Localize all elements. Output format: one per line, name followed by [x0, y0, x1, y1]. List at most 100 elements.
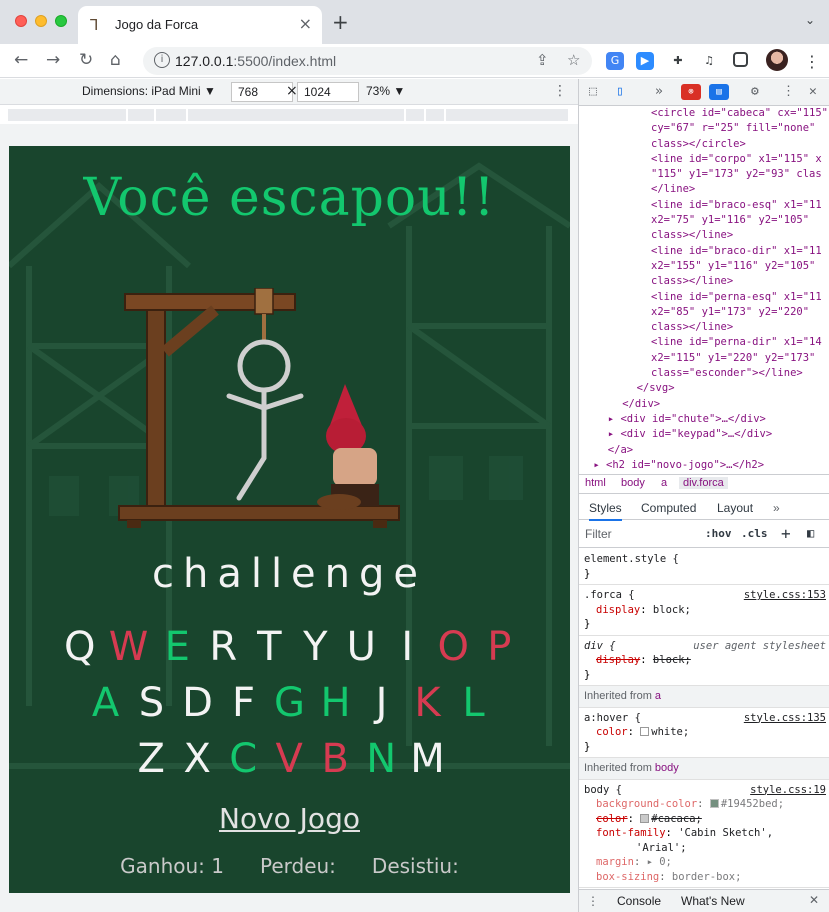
browser-menu-icon[interactable]: ⋮	[804, 52, 820, 71]
key-l[interactable]: L	[457, 675, 491, 731]
dom-node-line[interactable]: ▸ <div id="keypad">…</div>	[579, 427, 829, 442]
device-toggle-icon[interactable]: ▯	[616, 84, 624, 100]
key-e[interactable]: E	[160, 619, 194, 675]
dom-node-line[interactable]: </div>	[579, 397, 829, 412]
css-property[interactable]: font-family: 'Cabin Sketch',	[584, 826, 825, 841]
drawer-close-icon[interactable]: ✕	[809, 893, 819, 907]
zoom-select[interactable]: 73% ▼	[366, 84, 405, 98]
hover-state-button[interactable]: :hov	[705, 527, 732, 540]
key-v[interactable]: V	[272, 731, 306, 787]
more-tabs-icon[interactable]: »	[655, 84, 663, 100]
dom-node-line[interactable]: class></line>	[579, 320, 829, 335]
dom-node-line[interactable]: class></circle>	[579, 137, 829, 152]
key-q[interactable]: Q	[63, 619, 97, 675]
dom-node-line[interactable]: x2="75" y1="116" y2="105"	[579, 213, 829, 228]
dom-node-line[interactable]: </svg>	[579, 381, 829, 396]
class-toggle-button[interactable]: .cls	[741, 527, 768, 540]
inherited-element[interactable]: body	[655, 762, 679, 774]
maximize-window-button[interactable]	[55, 15, 67, 27]
new-tab-icon[interactable]: +	[332, 12, 349, 32]
dom-node-line[interactable]: <line id="braco-esq" x1="11	[579, 198, 829, 213]
inspect-element-icon[interactable]: ⬚	[589, 84, 597, 100]
dom-node-line[interactable]: cy="67" r="25" fill="none"	[579, 121, 829, 136]
key-y[interactable]: Y	[298, 619, 332, 675]
forward-icon[interactable]: →	[46, 50, 60, 70]
site-info-icon[interactable]: i	[154, 52, 170, 68]
key-o[interactable]: O	[436, 619, 470, 675]
tab-computed[interactable]: Computed	[641, 501, 696, 515]
dom-node-line[interactable]: "115" y1="173" y2="93" clas	[579, 167, 829, 182]
rule-source-link[interactable]: style.css:135	[744, 711, 826, 726]
browser-tab[interactable]: ⅂ Jogo da Forca ×	[78, 6, 322, 44]
ruler-segment[interactable]	[156, 109, 188, 121]
key-i[interactable]: I	[390, 619, 424, 675]
ruler-segment[interactable]	[8, 109, 128, 121]
dom-node-line[interactable]: class></line>	[579, 274, 829, 289]
settings-gear-icon[interactable]: ⚙	[751, 84, 759, 100]
ruler-segment[interactable]	[406, 109, 426, 121]
body-rule[interactable]: body { style.css:19 background-color: #1…	[579, 780, 829, 888]
dom-node-line[interactable]: class="esconder"></line>	[579, 366, 829, 381]
key-s[interactable]: S	[135, 675, 169, 731]
key-h[interactable]: H	[319, 675, 353, 731]
rule-source-link[interactable]: style.css:153	[744, 588, 826, 603]
messages-badge-icon[interactable]: ▤	[709, 84, 729, 100]
tab-close-icon[interactable]: ×	[299, 14, 312, 33]
key-n[interactable]: N	[364, 731, 398, 787]
more-pane-tabs-icon[interactable]: »	[773, 501, 780, 515]
dom-node-line[interactable]: <line id="perna-dir" x1="14	[579, 335, 829, 350]
a-hover-rule[interactable]: a:hover { style.css:135 color: white; }	[579, 708, 829, 758]
device-select[interactable]: Dimensions: iPad Mini ▼	[82, 84, 216, 98]
tab-console[interactable]: Console	[617, 894, 661, 908]
dom-node-line[interactable]: </a>	[579, 443, 829, 458]
zoom-extension-icon[interactable]: ▶	[636, 52, 654, 70]
dom-node-line[interactable]: <line id="corpo" x1="115" x	[579, 152, 829, 167]
css-property[interactable]: margin: ▸ 0;	[584, 855, 825, 870]
dom-node-line[interactable]: class></line>	[579, 228, 829, 243]
inherited-element[interactable]: a	[655, 690, 661, 702]
key-c[interactable]: C	[226, 731, 260, 787]
media-control-icon[interactable]: ♫	[700, 52, 718, 70]
devtools-close-icon[interactable]: ✕	[809, 84, 817, 100]
key-j[interactable]: J	[365, 675, 399, 731]
address-bar[interactable]: i 127.0.0.1:5500/index.html ⇪ ☆	[143, 47, 592, 75]
dom-node-line[interactable]: x2="85" y1="173" y2="220"	[579, 305, 829, 320]
tab-search-icon[interactable]: ⌄	[805, 13, 815, 27]
color-swatch[interactable]	[709, 799, 719, 808]
translate-extension-icon[interactable]: G	[606, 52, 624, 70]
device-height-input[interactable]: 1024	[297, 82, 359, 102]
side-panel-icon[interactable]	[733, 52, 748, 67]
breadcrumb-item[interactable]: body	[617, 477, 649, 489]
key-z[interactable]: Z	[134, 731, 168, 787]
tab-layout[interactable]: Layout	[717, 501, 753, 515]
key-b[interactable]: B	[318, 731, 352, 787]
breadcrumb-item[interactable]: a	[657, 477, 671, 489]
extensions-puzzle-icon[interactable]: ✚	[669, 52, 687, 70]
dom-node-line[interactable]: <line id="perna-esq" x1="11	[579, 290, 829, 305]
dom-node-line[interactable]: ▸ <div id="chute">…</div>	[579, 412, 829, 427]
key-r[interactable]: R	[206, 619, 240, 675]
drawer-menu-icon[interactable]: ⋮	[587, 894, 599, 908]
element-style-rule[interactable]: element.style { }	[579, 549, 829, 585]
key-m[interactable]: M	[410, 731, 445, 787]
key-k[interactable]: K	[411, 675, 445, 731]
breadcrumb-item[interactable]: html	[581, 477, 610, 489]
css-property[interactable]: box-sizing: border-box;	[584, 870, 825, 885]
css-property[interactable]: color: #cacaca;	[584, 812, 825, 827]
ruler-segment[interactable]	[188, 109, 406, 121]
css-property[interactable]: display: block;	[584, 603, 825, 618]
key-u[interactable]: U	[344, 619, 378, 675]
color-swatch[interactable]	[640, 813, 650, 823]
dom-node-line[interactable]: <circle id="cabeca" cx="115"	[579, 106, 829, 121]
key-x[interactable]: X	[180, 731, 214, 787]
breadcrumb-item[interactable]: div.forca	[679, 477, 728, 489]
profile-avatar[interactable]	[766, 49, 788, 71]
color-swatch[interactable]	[640, 727, 650, 736]
back-icon[interactable]: ←	[14, 50, 28, 70]
toggle-sidebar-icon[interactable]: ◧	[807, 526, 814, 540]
key-t[interactable]: T	[252, 619, 286, 675]
forca-rule[interactable]: .forca { style.css:153 display: block; }	[579, 585, 829, 636]
css-property[interactable]: background-color: #19452bed;	[584, 797, 825, 812]
share-icon[interactable]: ⇪	[536, 51, 549, 69]
bookmark-star-icon[interactable]: ☆	[567, 51, 580, 69]
